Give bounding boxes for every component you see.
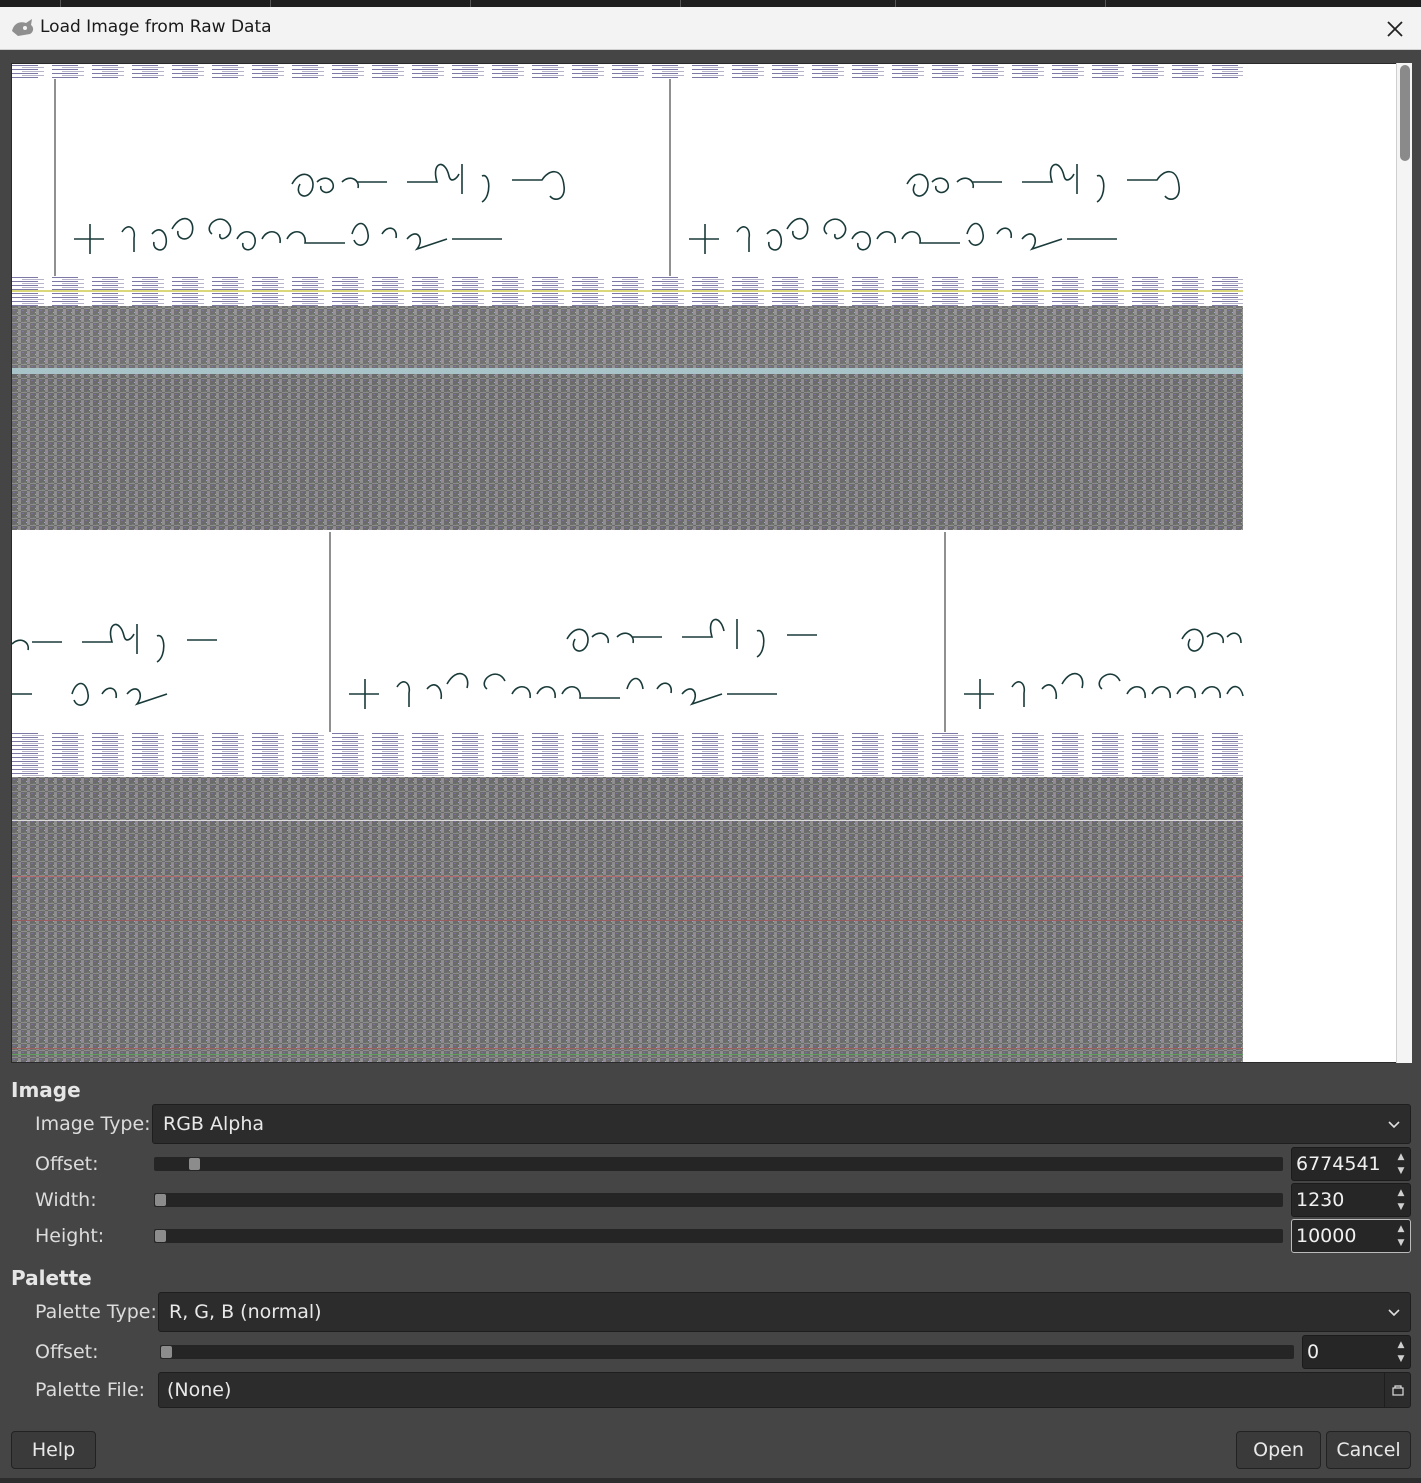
spin-up-icon[interactable]: ▲ bbox=[1394, 1222, 1408, 1236]
width-spin-arrows[interactable]: ▲ ▼ bbox=[1394, 1186, 1408, 1214]
image-section-heading: Image bbox=[11, 1078, 81, 1102]
offset-label: Offset: bbox=[35, 1153, 99, 1175]
height-label: Height: bbox=[35, 1225, 105, 1247]
palette-section-heading: Palette bbox=[11, 1266, 92, 1290]
palette-offset-slider[interactable] bbox=[160, 1345, 1294, 1359]
palette-offset-input[interactable] bbox=[1307, 1341, 1406, 1363]
palette-file-value: (None) bbox=[167, 1379, 232, 1401]
window-titlebar: Load Image from Raw Data bbox=[0, 7, 1421, 50]
spin-down-icon[interactable]: ▼ bbox=[1394, 1164, 1408, 1178]
gimp-wilber-icon bbox=[12, 19, 34, 36]
palette-type-label: Palette Type: bbox=[35, 1301, 157, 1323]
spin-down-icon[interactable]: ▼ bbox=[1394, 1236, 1408, 1250]
window-title: Load Image from Raw Data bbox=[40, 17, 272, 37]
palette-file-label: Palette File: bbox=[35, 1379, 146, 1401]
width-label: Width: bbox=[35, 1189, 97, 1211]
image-type-value: RGB Alpha bbox=[163, 1113, 265, 1135]
offset-slider[interactable] bbox=[154, 1157, 1283, 1171]
height-spin-arrows[interactable]: ▲ ▼ bbox=[1394, 1222, 1408, 1250]
window-bottom-edge bbox=[0, 1478, 1421, 1483]
noise-strip bbox=[12, 64, 1243, 79]
palette-offset-spin-arrows[interactable]: ▲ ▼ bbox=[1394, 1338, 1408, 1366]
close-icon bbox=[1387, 21, 1403, 37]
spin-up-icon[interactable]: ▲ bbox=[1394, 1338, 1408, 1352]
width-slider-handle[interactable] bbox=[155, 1194, 166, 1206]
open-button[interactable]: Open bbox=[1236, 1431, 1321, 1469]
palette-offset-spin-field[interactable]: ▲▼ bbox=[1302, 1335, 1411, 1369]
spin-up-icon[interactable]: ▲ bbox=[1394, 1186, 1408, 1200]
taskbar-item bbox=[470, 0, 680, 7]
raw-image-preview bbox=[11, 63, 1397, 1063]
palette-offset-slider-handle[interactable] bbox=[161, 1346, 172, 1358]
preview-render bbox=[12, 64, 1244, 1062]
chevron-down-icon bbox=[1388, 1309, 1400, 1317]
palette-type-value: R, G, B (normal) bbox=[169, 1301, 322, 1323]
width-slider[interactable] bbox=[154, 1193, 1283, 1207]
palette-type-dropdown[interactable]: R, G, B (normal) bbox=[158, 1292, 1411, 1332]
width-spin-field[interactable]: ▲▼ bbox=[1291, 1183, 1411, 1217]
taskbar-item bbox=[895, 0, 1105, 7]
height-input[interactable] bbox=[1296, 1225, 1406, 1247]
preview-vertical-scrollbar[interactable] bbox=[1396, 63, 1412, 1063]
image-type-dropdown[interactable]: RGB Alpha bbox=[152, 1104, 1411, 1144]
spin-up-icon[interactable]: ▲ bbox=[1394, 1150, 1408, 1164]
help-button[interactable]: Help bbox=[11, 1431, 96, 1469]
taskbar-strip bbox=[0, 0, 1421, 7]
height-spin-field[interactable]: ▲▼ bbox=[1291, 1219, 1411, 1253]
offset-input[interactable] bbox=[1296, 1153, 1406, 1175]
palette-offset-label: Offset: bbox=[35, 1341, 99, 1363]
taskbar-item bbox=[680, 0, 895, 7]
scrollbar-thumb[interactable] bbox=[1400, 65, 1410, 161]
offset-slider-handle[interactable] bbox=[188, 1158, 200, 1170]
taskbar-item bbox=[60, 0, 270, 7]
image-type-label: Image Type: bbox=[35, 1113, 151, 1135]
taskbar-item bbox=[270, 0, 470, 7]
cancel-button[interactable]: Cancel bbox=[1326, 1431, 1411, 1469]
palette-file-chooser[interactable]: (None) bbox=[158, 1372, 1411, 1408]
spin-down-icon[interactable]: ▼ bbox=[1394, 1200, 1408, 1214]
width-input[interactable] bbox=[1296, 1189, 1406, 1211]
chevron-down-icon bbox=[1388, 1121, 1400, 1129]
offset-spin-field[interactable]: ▲▼ bbox=[1291, 1147, 1411, 1181]
offset-spin-arrows[interactable]: ▲ ▼ bbox=[1394, 1150, 1408, 1178]
taskbar-item bbox=[1105, 0, 1315, 7]
close-button[interactable] bbox=[1379, 13, 1411, 45]
file-chooser-icon[interactable] bbox=[1384, 1373, 1410, 1407]
height-slider[interactable] bbox=[154, 1229, 1283, 1243]
spin-down-icon[interactable]: ▼ bbox=[1394, 1352, 1408, 1366]
height-slider-handle[interactable] bbox=[155, 1230, 166, 1242]
